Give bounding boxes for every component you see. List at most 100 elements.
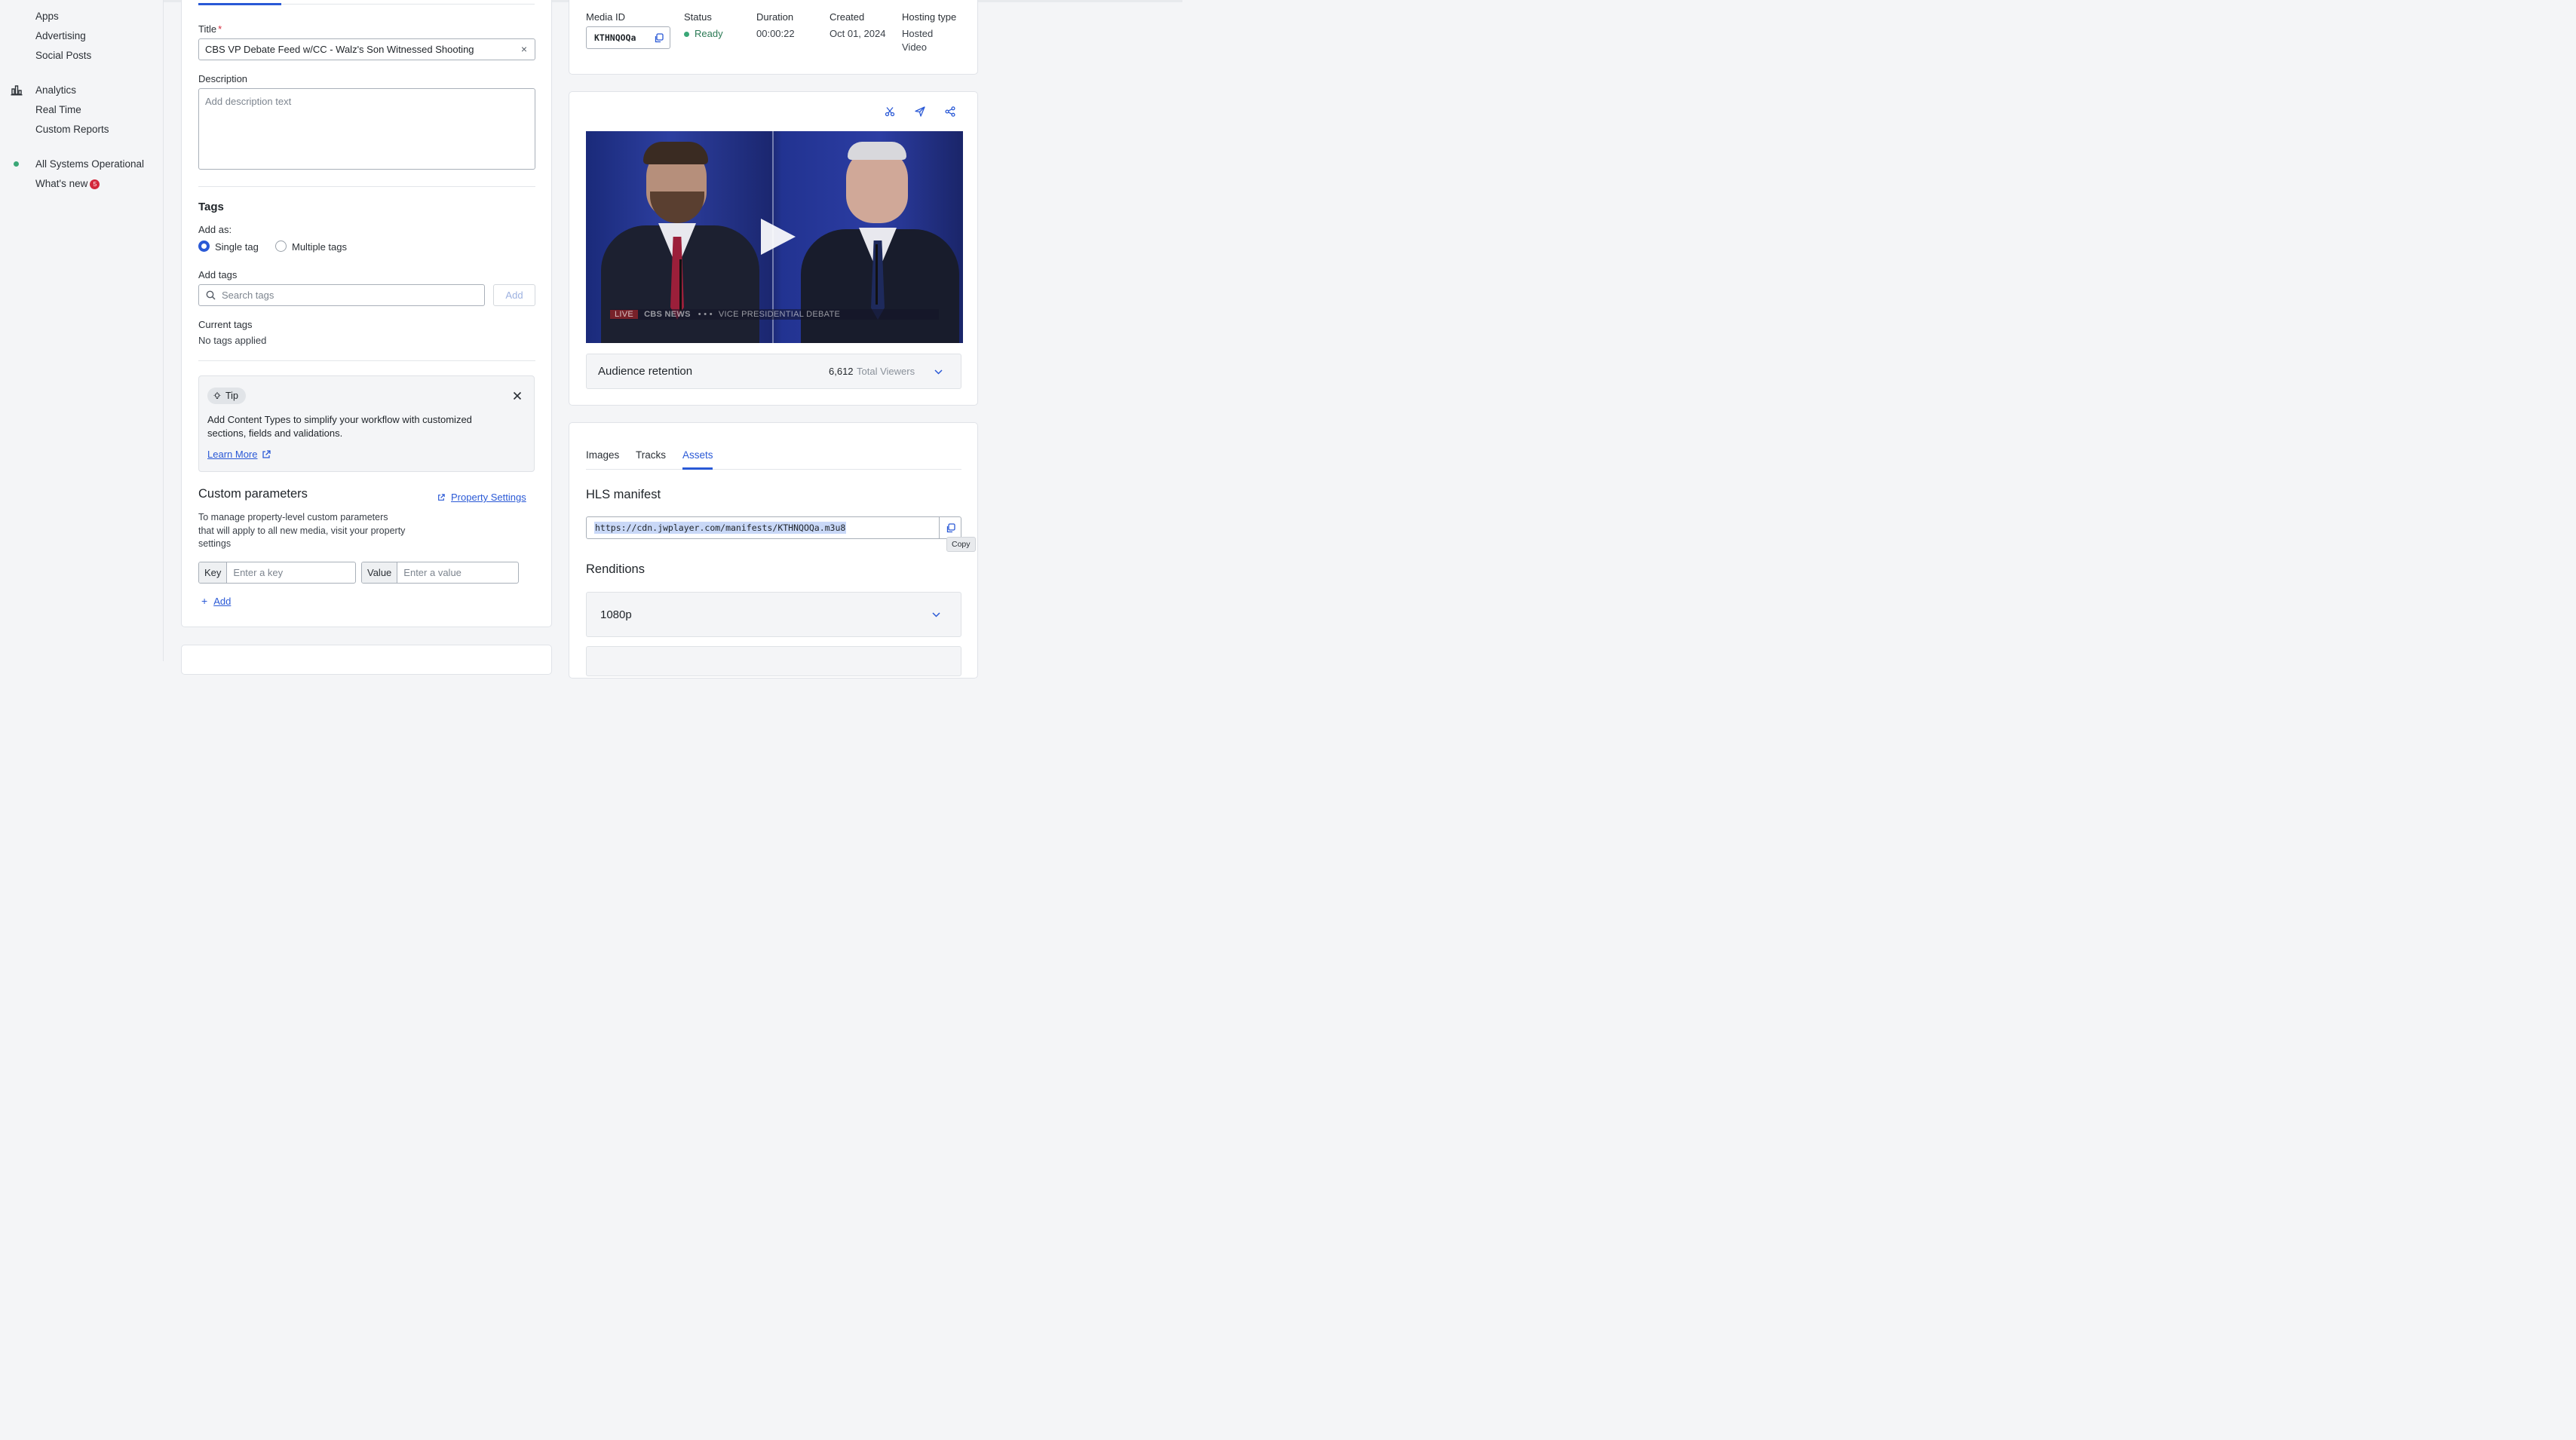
rendition-1080p[interactable]: 1080p [586,592,961,637]
add-tag-button[interactable]: Add [493,284,535,306]
live-tag: LIVE [610,310,639,319]
sidebar: Apps Advertising Social Posts Analytics … [0,0,164,661]
title-input-value: CBS VP Debate Feed w/CC - Walz's Son Wit… [205,44,474,55]
right-microphone [876,244,878,305]
status-label: Status [684,11,712,23]
left-microphone [679,259,682,312]
audience-retention-title: Audience retention [598,365,693,378]
sidebar-item-whats-new[interactable]: What's new 5 [35,178,100,189]
duration-column: Duration 00:00:22 [756,11,795,41]
scissors-icon[interactable] [885,106,895,117]
media-details-card: Title * CBS VP Debate Feed w/CC - Walz's … [181,0,552,627]
whats-new-count-badge: 5 [90,179,100,189]
hls-url-field[interactable]: https://cdn.jwplayer.com/manifests/KTHNQ… [586,516,961,539]
duration-value: 00:00:22 [756,28,795,39]
total-viewers-label: Total Viewers [857,366,915,377]
value-label: Value [362,562,398,583]
chevron-down-icon[interactable] [934,369,943,375]
description-label: Description [198,73,248,84]
sidebar-item-advertising[interactable]: Advertising [35,30,86,41]
sidebar-item-analytics[interactable]: Analytics [35,84,76,96]
tip-text: Add Content Types to simplify your workf… [207,414,472,439]
add-parameter-label: Add [213,595,232,607]
share-icon[interactable] [945,106,955,117]
description-textarea[interactable]: Add description text [198,88,535,170]
sidebar-item-custom-reports[interactable]: Custom Reports [35,124,109,135]
chevron-down-icon[interactable] [932,612,940,617]
status-badge: Ready [684,27,723,41]
hosting-value: Hosted Video [902,28,934,53]
lightbulb-icon [213,391,221,399]
external-link-icon [438,493,445,501]
tab-assets[interactable]: Assets [682,449,713,461]
media-meta-card: Media ID KTHNQOQa Status Ready Duration … [569,0,978,75]
property-settings-label: Property Settings [451,492,526,503]
created-label: Created [830,11,865,23]
tab-strip-divider [586,469,961,470]
hls-url-value: https://cdn.jwplayer.com/manifests/KTHNQ… [594,522,847,534]
add-tags-label: Add tags [198,269,238,280]
current-tags-label: Current tags [198,319,253,330]
send-icon[interactable] [915,106,925,117]
lower-third-title: VICE PRESIDENTIAL DEBATE [718,310,841,319]
close-tip-icon[interactable] [513,391,522,400]
hls-manifest-heading: HLS manifest [586,488,661,501]
analytics-icon [11,85,23,96]
hosting-column: Hosting type Hosted Video [902,11,956,54]
status-column: Status Ready [684,11,723,41]
search-icon [206,290,216,300]
audience-retention-panel[interactable]: Audience retention 6,612 Total Viewers [586,354,961,389]
hosting-label: Hosting type [902,11,957,23]
radio-multiple-tags[interactable] [275,241,287,252]
player-card: LIVE CBS NEWS • • • VICE PRESIDENTIAL DE… [569,91,978,406]
custom-parameters-heading: Custom parameters [198,487,308,501]
right-speaker-hair [848,142,906,160]
rendition-next[interactable] [586,646,961,676]
copy-tooltip: Copy [946,537,976,552]
learn-more-link[interactable]: Learn More [207,449,271,460]
active-tab-indicator [682,467,713,470]
copy-icon[interactable] [654,33,664,43]
media-id-field[interactable]: KTHNQOQa [586,26,670,49]
status-ready-dot-icon [684,31,689,37]
left-speaker-beard [650,191,704,223]
custom-parameters-description: To manage property-level custom paramete… [198,512,406,549]
property-settings-link[interactable]: Property Settings [437,492,526,503]
duration-label: Duration [756,11,794,23]
search-tags-input[interactable]: Search tags [198,284,485,306]
sidebar-item-real-time[interactable]: Real Time [35,104,81,115]
value-placeholder: Enter a value [403,567,462,578]
renditions-heading: Renditions [586,562,645,576]
media-id-value: KTHNQOQa [594,32,636,43]
assets-card: Images Tracks Assets HLS manifest https:… [569,422,978,679]
status-value: Ready [695,28,723,39]
copy-url-button[interactable] [939,517,961,538]
sidebar-item-system-status[interactable]: All Systems Operational [35,158,144,170]
radio-multiple-tags-label: Multiple tags [292,241,347,253]
total-viewers-count: 6,612 [829,366,854,377]
title-input[interactable]: CBS VP Debate Feed w/CC - Walz's Son Wit… [198,38,535,60]
key-input[interactable]: Key Enter a key [198,562,356,584]
tip-box: Tip Add Content Types to simplify your w… [198,375,535,472]
description-placeholder: Add description text [205,96,292,107]
value-input[interactable]: Value Enter a value [361,562,519,584]
play-icon[interactable] [759,217,797,256]
copy-icon [946,522,955,532]
created-column: Created Oct 01, 2024 [830,11,885,41]
whats-new-label: What's new [35,178,88,189]
title-label: Title * [198,23,222,35]
rendition-label: 1080p [600,608,632,621]
learn-more-label: Learn More [207,449,258,460]
radio-single-tag[interactable] [198,241,210,252]
tip-badge-label: Tip [225,391,238,401]
tags-heading: Tags [198,201,224,213]
video-player[interactable]: LIVE CBS NEWS • • • VICE PRESIDENTIAL DE… [586,131,963,343]
tab-tracks[interactable]: Tracks [636,449,666,461]
sidebar-item-social-posts[interactable]: Social Posts [35,50,91,61]
add-parameter-link[interactable]: + Add [201,595,231,607]
tab-images[interactable]: Images [586,449,619,461]
next-section-card [181,645,552,675]
plus-icon: + [201,595,208,607]
clear-title-icon[interactable]: × [521,43,527,55]
sidebar-item-apps[interactable]: Apps [35,11,59,22]
